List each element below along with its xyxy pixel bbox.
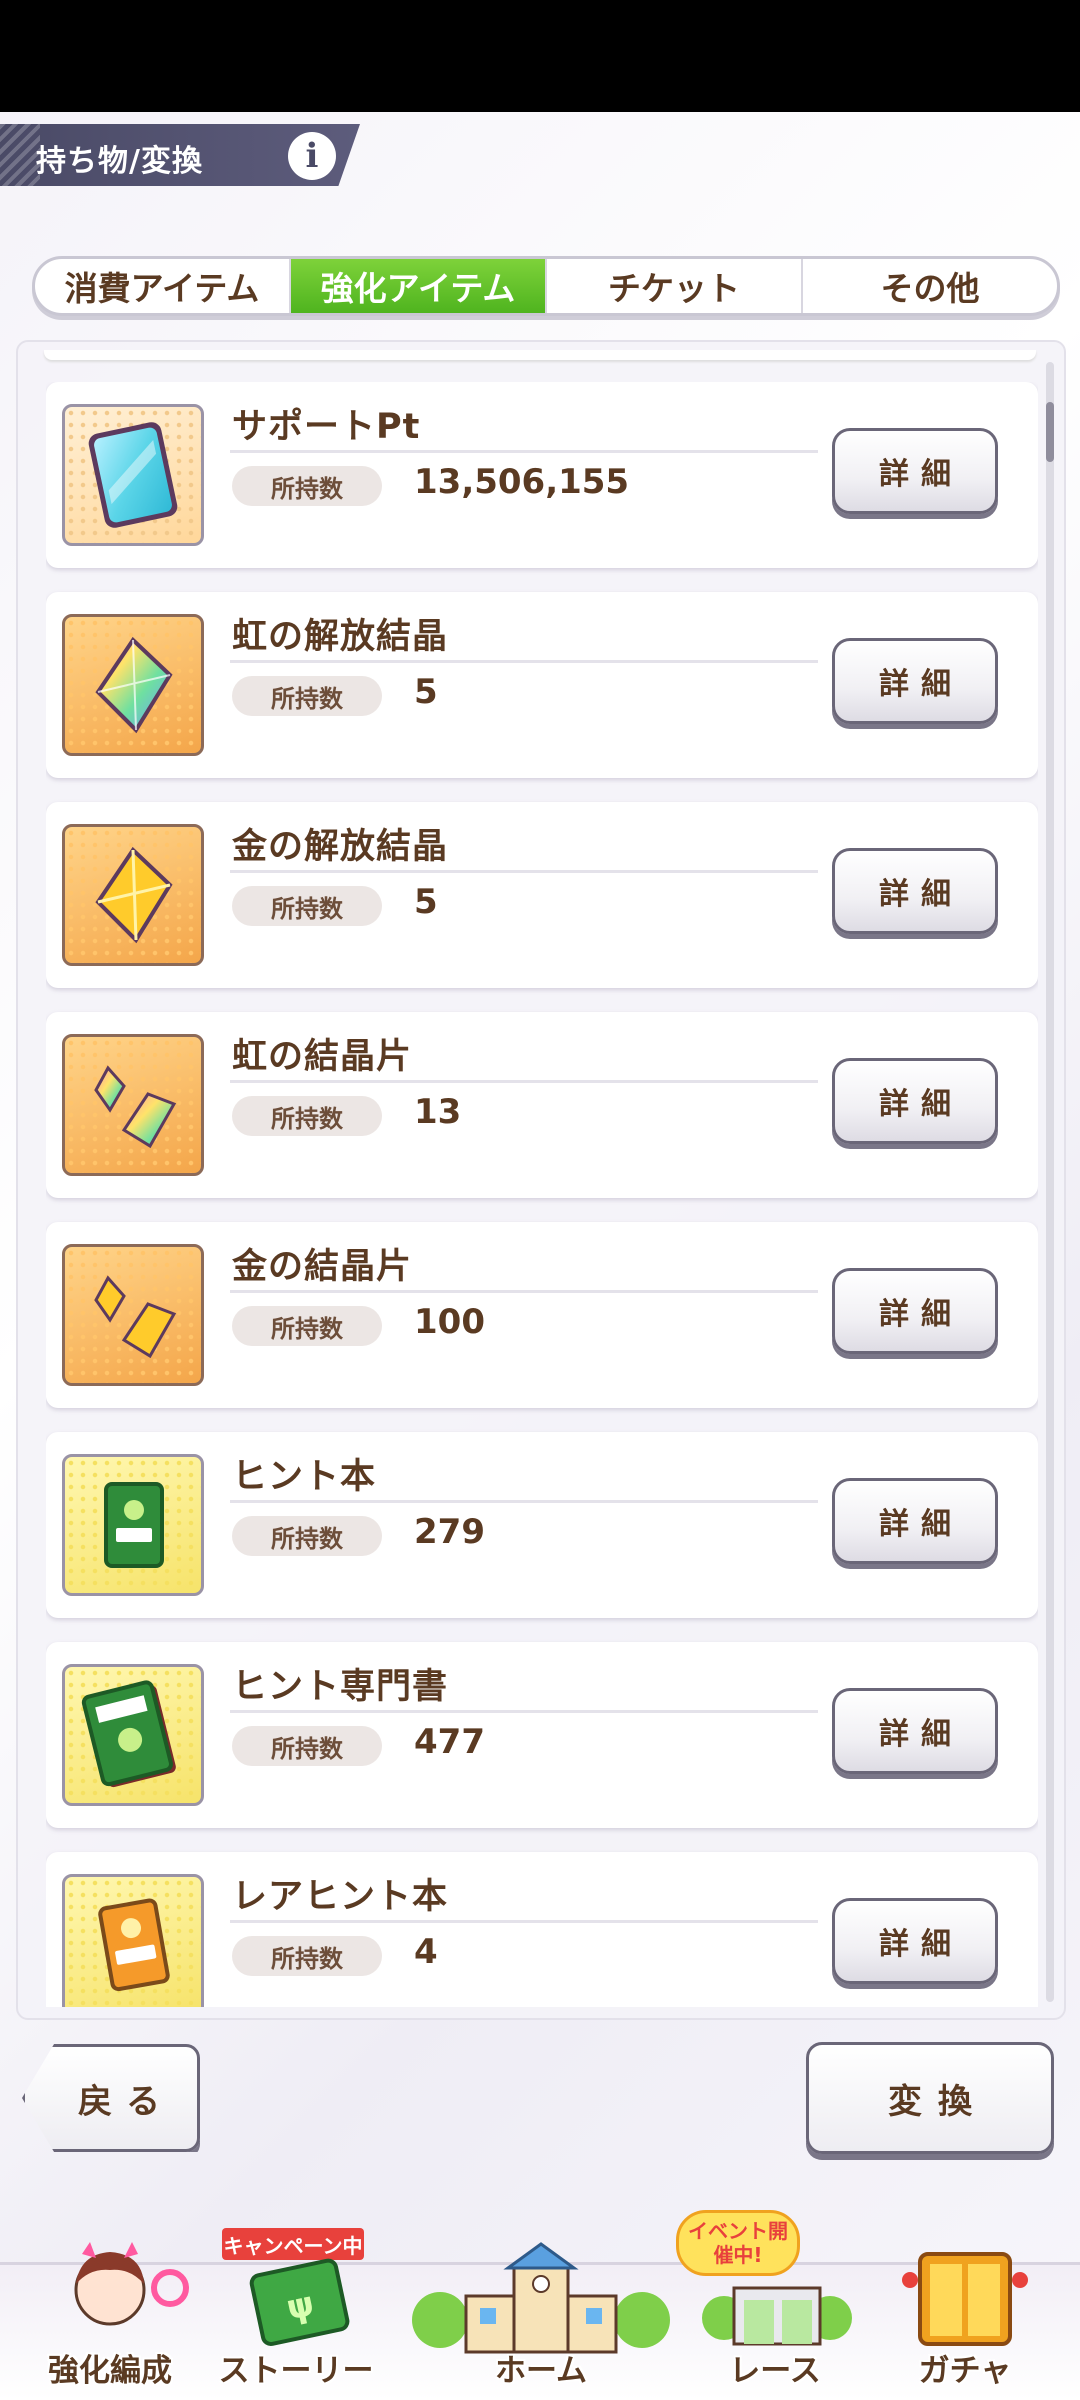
detail-button[interactable]: 詳細: [832, 428, 998, 514]
school-building-icon: [412, 2242, 670, 2354]
owned-count: 13: [414, 1092, 462, 1132]
panel-top-edge: [44, 350, 1036, 360]
tab-ticket[interactable]: チケット: [547, 259, 803, 313]
item-list: サポートPt 所持数 13,506,155 詳細 虹の解放結晶 所持数 5 詳細: [46, 382, 1038, 2007]
item-name: 虹の結晶片: [232, 1037, 413, 1077]
hint-book-icon: [62, 1454, 204, 1596]
detail-button[interactable]: 詳細: [832, 1478, 998, 1564]
detail-button[interactable]: 詳細: [832, 1058, 998, 1144]
status-bar: [0, 0, 1080, 112]
gold-crystal-icon: [62, 824, 204, 966]
owned-label: 所持数: [232, 1096, 382, 1136]
category-tabs: 消費アイテム 強化アイテム チケット その他: [32, 256, 1060, 316]
support-pt-card-icon: [62, 404, 204, 546]
owned-label: 所持数: [232, 1936, 382, 1976]
rare-hint-book-icon: [62, 1874, 204, 2007]
divider: [230, 450, 818, 453]
detail-button[interactable]: 詳細: [832, 1268, 998, 1354]
list-item: ヒント本 所持数 279 詳細: [46, 1432, 1038, 1618]
nav-story[interactable]: ψ ストーリー: [206, 2240, 386, 2390]
tab-consumable[interactable]: 消費アイテム: [35, 259, 291, 313]
nav-label: ガチャ: [918, 2353, 1012, 2389]
list-item: サポートPt 所持数 13,506,155 詳細: [46, 382, 1038, 568]
list-item: 金の結晶片 所持数 100 詳細: [46, 1222, 1038, 1408]
item-name: ヒント専門書: [232, 1667, 449, 1707]
divider: [230, 1080, 818, 1083]
gacha-door-icon: [902, 2252, 1028, 2346]
nav-race[interactable]: レース: [690, 2240, 860, 2390]
nav-label: 強化編成: [48, 2353, 172, 2389]
nav-label: ホーム: [494, 2353, 588, 2389]
owned-label: 所持数: [232, 1726, 382, 1766]
list-item: 虹の結晶片 所持数 13 詳細: [46, 1012, 1038, 1198]
tab-other[interactable]: その他: [803, 259, 1057, 313]
owned-label: 所持数: [232, 676, 382, 716]
detail-button[interactable]: 詳細: [832, 1898, 998, 1984]
owned-count: 477: [414, 1722, 485, 1762]
nav-label: ストーリー: [218, 2353, 374, 2389]
scrollbar-track[interactable]: [1046, 362, 1054, 2002]
item-name: ヒント本: [232, 1457, 377, 1497]
gold-shard-icon: [62, 1244, 204, 1386]
owned-label: 所持数: [232, 466, 382, 506]
detail-button[interactable]: 詳細: [832, 638, 998, 724]
hint-special-book-icon: [62, 1664, 204, 1806]
nav-home[interactable]: ホーム: [396, 2240, 686, 2390]
detail-button[interactable]: 詳細: [832, 1688, 998, 1774]
divider: [230, 660, 818, 663]
list-item: ヒント専門書 所持数 477 詳細: [46, 1642, 1038, 1828]
item-name: レアヒント本: [232, 1877, 449, 1917]
owned-label: 所持数: [232, 886, 382, 926]
owned-count: 5: [414, 882, 438, 922]
owned-count: 4: [414, 1932, 438, 1972]
scrollbar-thumb[interactable]: [1046, 402, 1054, 462]
divider: [230, 1710, 818, 1713]
owned-count: 13,506,155: [414, 462, 630, 502]
owned-count: 100: [414, 1302, 485, 1342]
rainbow-shard-icon: [62, 1034, 204, 1176]
divider: [230, 1500, 818, 1503]
page-title: 持ち物/変換: [36, 144, 203, 179]
character-avatar-icon: [74, 2242, 189, 2326]
nav-enhance-team[interactable]: 強化編成: [20, 2240, 200, 2390]
tab-enhance[interactable]: 強化アイテム: [291, 259, 547, 313]
divider: [230, 1920, 818, 1923]
owned-label: 所持数: [232, 1306, 382, 1346]
convert-button[interactable]: 変換: [806, 2042, 1054, 2154]
owned-count: 279: [414, 1512, 485, 1552]
list-item: 虹の解放結晶 所持数 5 詳細: [46, 592, 1038, 778]
item-name: 金の結晶片: [232, 1247, 413, 1287]
list-item: 金の解放結晶 所持数 5 詳細: [46, 802, 1038, 988]
owned-label: 所持数: [232, 1516, 382, 1556]
item-name: 金の解放結晶: [232, 827, 449, 867]
divider: [230, 870, 818, 873]
race-gate-icon: [702, 2286, 852, 2346]
item-name: サポートPt: [232, 407, 421, 447]
divider: [230, 1290, 818, 1293]
nav-gacha[interactable]: ガチャ: [870, 2240, 1060, 2390]
detail-button[interactable]: 詳細: [832, 848, 998, 934]
rainbow-crystal-icon: [62, 614, 204, 756]
back-button[interactable]: 戻る: [22, 2044, 200, 2152]
info-icon[interactable]: i: [288, 132, 336, 180]
item-name: 虹の解放結晶: [232, 617, 449, 657]
story-book-icon: ψ: [249, 2258, 350, 2346]
nav-label: レース: [729, 2353, 821, 2389]
list-item: レアヒント本 所持数 4 詳細: [46, 1852, 1038, 2007]
owned-count: 5: [414, 672, 438, 712]
